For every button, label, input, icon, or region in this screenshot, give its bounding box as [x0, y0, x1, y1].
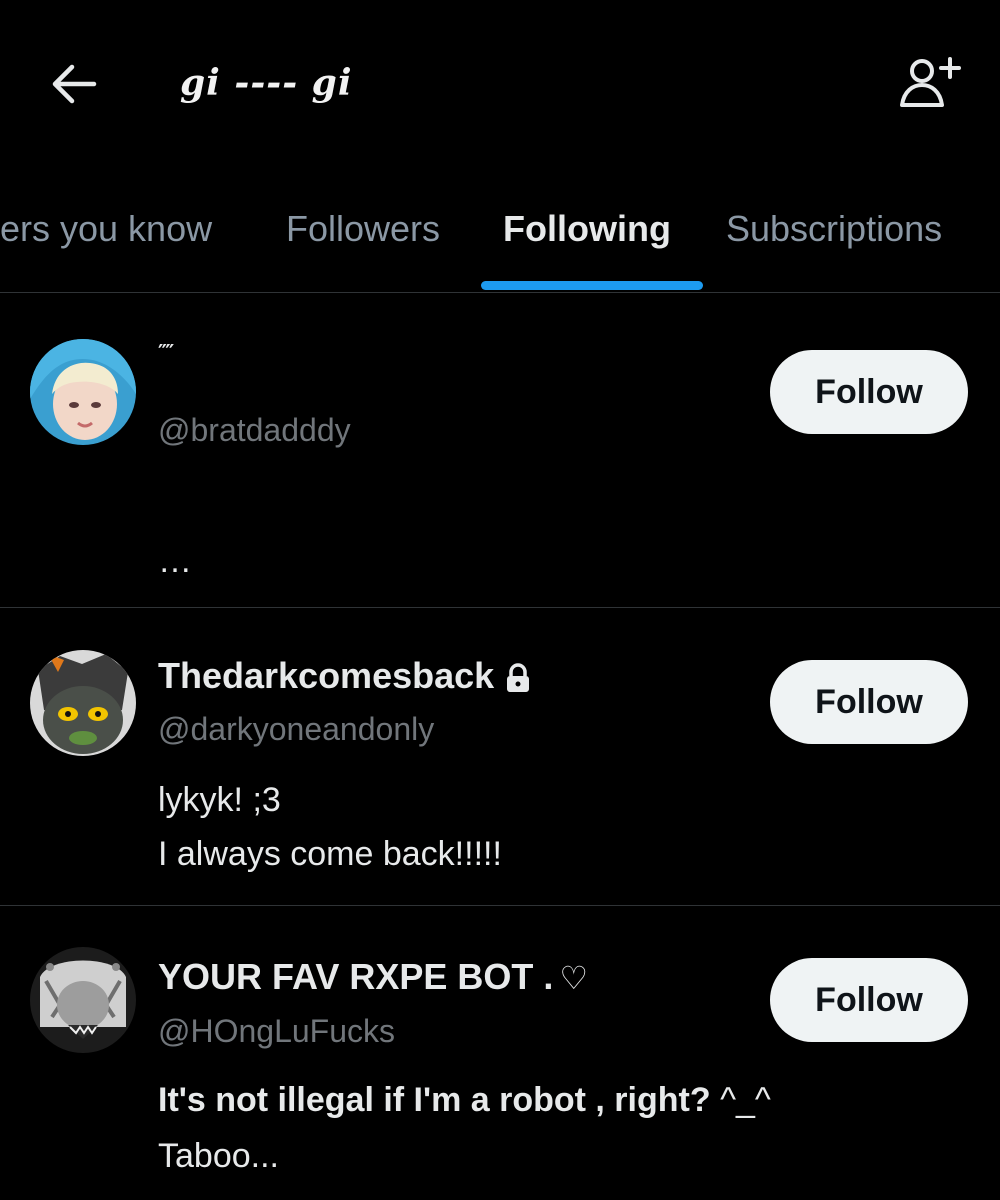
user-row[interactable]: Thedarkcomesback @darkyoneandonly lykyk!…: [0, 607, 1000, 906]
bio-bold-text: It's not illegal if I'm a robot , right?: [158, 1081, 711, 1119]
avatar[interactable]: [30, 339, 136, 445]
user-row[interactable]: YOUR FAV RXPE BOT . ♡ @HOngLuFucks It's n…: [0, 905, 1000, 1200]
display-name: YOUR FAV RXPE BOT .: [158, 956, 554, 997]
bio-text: …: [158, 542, 192, 580]
top-bar: gi ---- gi: [0, 0, 1000, 175]
follow-button[interactable]: Follow: [770, 958, 968, 1042]
arrow-left-icon[interactable]: [48, 58, 100, 110]
add-user-icon[interactable]: [898, 55, 962, 111]
display-name: Thedarkcomesback: [158, 655, 495, 696]
heart-icon: ♡: [559, 960, 589, 996]
tab-followers-you-know[interactable]: ers you know: [0, 208, 212, 250]
display-name-row[interactable]: YOUR FAV RXPE BOT . ♡: [158, 956, 588, 998]
tab-following[interactable]: Following: [503, 208, 671, 250]
avatar[interactable]: [30, 947, 136, 1053]
tab-bar: ers you know Followers Following Subscri…: [0, 180, 1000, 293]
display-name[interactable]: ⁗: [158, 340, 174, 365]
avatar[interactable]: [30, 650, 136, 756]
avatar-image: [30, 339, 136, 445]
avatar-image: [30, 650, 136, 756]
username-handle[interactable]: @HOngLuFucks: [158, 1013, 395, 1050]
bio-text: ^_^: [710, 1081, 771, 1119]
bio-line: lykyk! ;3: [158, 781, 281, 819]
bio-line: Taboo...: [158, 1137, 279, 1175]
display-name-row[interactable]: Thedarkcomesback: [158, 655, 532, 697]
username-handle[interactable]: @bratdadddy: [158, 412, 351, 449]
lock-icon: [507, 663, 530, 693]
username-handle[interactable]: @darkyoneandonly: [158, 711, 434, 748]
tab-subscriptions[interactable]: Subscriptions: [726, 208, 942, 250]
follow-button[interactable]: Follow: [770, 660, 968, 744]
profile-title: gi ---- gi: [180, 62, 353, 104]
bio-line: It's not illegal if I'm a robot , right?…: [158, 1073, 771, 1127]
user-row[interactable]: ⁗ @bratdadddy … Follow: [0, 292, 1000, 608]
tab-followers[interactable]: Followers: [286, 208, 440, 250]
follow-button[interactable]: Follow: [770, 350, 968, 434]
active-tab-indicator: [481, 281, 703, 290]
avatar-image: [30, 947, 136, 1053]
bio-line: I always come back!!!!!: [158, 835, 502, 873]
